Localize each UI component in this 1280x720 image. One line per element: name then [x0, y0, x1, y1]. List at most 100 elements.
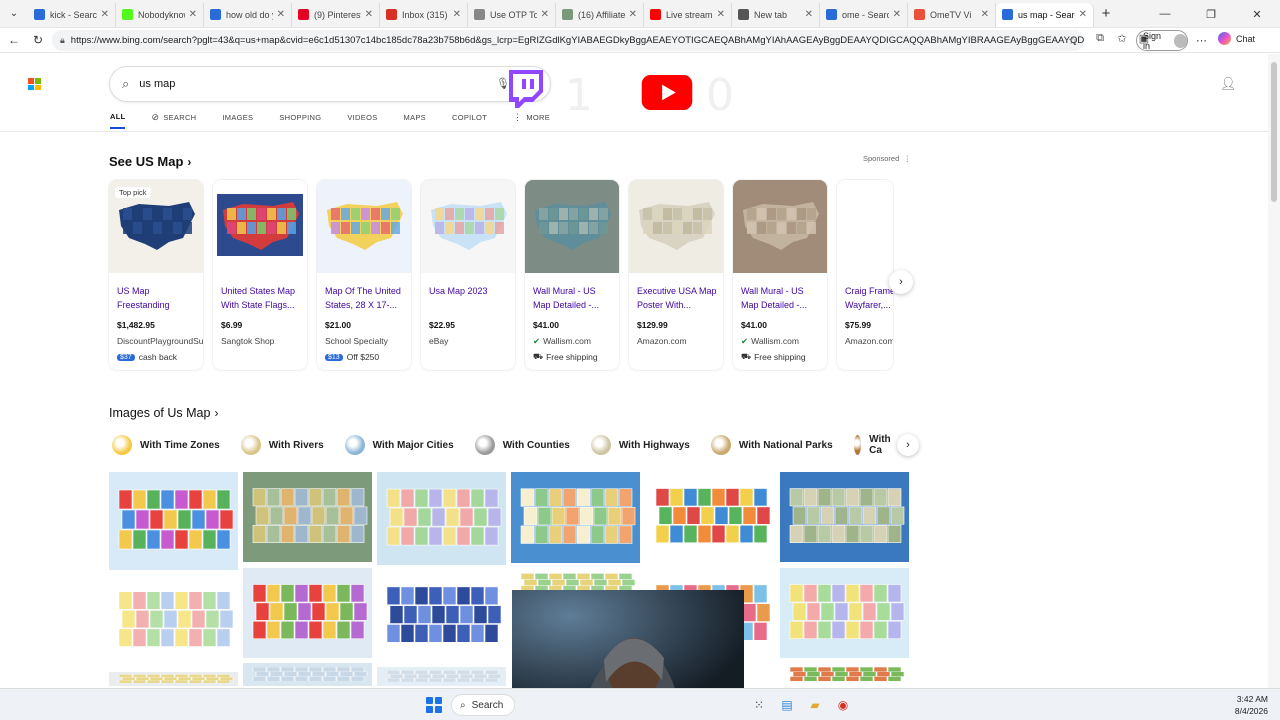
filter-chip[interactable]: With Rivers	[237, 432, 334, 458]
product-card[interactable]: Wall Mural - US Map Detailed -... $41.00 ✔…	[733, 180, 827, 370]
browser-tab[interactable]: New tab ✕	[732, 2, 820, 27]
carousel-next-button[interactable]: ›	[889, 270, 913, 294]
product-title[interactable]: US Map Freestanding	[117, 284, 199, 312]
close-tab-icon[interactable]: ✕	[805, 9, 813, 20]
product-title[interactable]: Map Of The United States, 28 X 17-...	[325, 284, 407, 312]
more-options-icon[interactable]: ⋯	[1196, 34, 1207, 47]
refresh-icon[interactable]: ↻	[26, 33, 50, 47]
product-title[interactable]: Usa Map 2023	[429, 284, 511, 298]
product-card[interactable]: Map Of The United States, 28 X 17-... $21…	[317, 180, 411, 370]
close-tab-icon[interactable]: ✕	[365, 9, 373, 20]
images-section-title[interactable]: Images of Us Map ›	[109, 406, 218, 420]
browser-tab[interactable]: kick - Search ✕	[28, 2, 116, 27]
product-title[interactable]: Craig Frames Wayfarer,...	[845, 284, 893, 312]
sign-in-button[interactable]: Sign in	[1136, 30, 1188, 51]
copilot-chat-button[interactable]: Chat	[1218, 32, 1255, 45]
map-image-result[interactable]	[243, 472, 372, 562]
favorite-star-icon[interactable]: ☆	[1068, 34, 1078, 47]
close-tab-icon[interactable]: ✕	[277, 9, 285, 20]
tab-shopping[interactable]: SHOPPING	[279, 112, 321, 129]
browser-tab[interactable]: us map - Search ✕	[996, 2, 1094, 27]
browser-tab[interactable]: Nobodyknows ✕	[116, 2, 204, 27]
browser-tab[interactable]: Inbox (315) - lu ✕	[380, 2, 468, 27]
filter-chip[interactable]: With National Parks	[707, 432, 843, 458]
filter-chip[interactable]: With Highways	[587, 432, 700, 458]
browser-tab[interactable]: how old do you ✕	[204, 2, 292, 27]
close-window-icon[interactable]: ✕	[1234, 0, 1280, 28]
tab-videos[interactable]: VIDEOS	[347, 112, 377, 129]
tab-copilot[interactable]: COPILOT	[452, 112, 487, 129]
map-image-result[interactable]	[377, 667, 506, 686]
tab-images[interactable]: IMAGES	[222, 112, 253, 129]
product-card[interactable]: Wall Mural - US Map Detailed -... $41.00 ✔…	[525, 180, 619, 370]
chrome-icon[interactable]: ◉	[834, 696, 852, 714]
sponsored-label[interactable]: Sponsored ⋮	[863, 154, 911, 163]
map-image-result[interactable]	[109, 472, 238, 570]
notepad-icon[interactable]: ▤	[778, 696, 796, 714]
map-image-result[interactable]	[377, 570, 506, 662]
shopping-section-title[interactable]: See US Map ›	[109, 154, 191, 169]
browser-tab[interactable]: OmeTV Vi ✕	[908, 2, 996, 27]
map-image-result[interactable]	[243, 568, 372, 658]
taskbar-search[interactable]: ⌕ Search	[451, 694, 515, 716]
product-title[interactable]: Wall Mural - US Map Detailed -...	[741, 284, 823, 312]
product-title[interactable]: Executive USA Map Poster With...	[637, 284, 719, 312]
close-tab-icon[interactable]: ✕	[717, 9, 725, 20]
filter-chip[interactable]: With Counties	[471, 432, 580, 458]
product-card[interactable]: Usa Map 2023 $22.95 eBay	[421, 180, 515, 370]
product-image[interactable]	[629, 180, 723, 273]
map-image-result[interactable]	[780, 568, 909, 658]
product-image[interactable]	[733, 180, 827, 273]
search-box[interactable]: ⌕ us map 🎙︎ ⊡	[110, 67, 550, 101]
browser-tab[interactable]: Live streaming ✕	[644, 2, 732, 27]
minimize-icon[interactable]: —	[1142, 0, 1188, 28]
new-tab-button[interactable]: +	[1094, 5, 1118, 22]
tab-all[interactable]: ALL	[110, 112, 126, 129]
map-image-result[interactable]	[109, 672, 238, 686]
filter-chip[interactable]: With Major Cities	[341, 432, 464, 458]
product-card[interactable]: Craig Frames Wayfarer,... $75.99 Amazon.co…	[837, 180, 893, 370]
product-image[interactable]	[837, 180, 893, 273]
map-image-result[interactable]	[511, 472, 640, 563]
tab-more[interactable]: ⋮ MORE	[513, 112, 550, 129]
filter-chip[interactable]: With Time Zones	[109, 432, 230, 458]
product-card[interactable]: Executive USA Map Poster With... $129.99 A…	[629, 180, 723, 370]
tab-maps[interactable]: MAPS	[404, 112, 426, 129]
chips-next-button[interactable]: ›	[897, 434, 919, 456]
map-image-result[interactable]	[243, 663, 372, 686]
close-tab-icon[interactable]: ✕	[101, 9, 109, 20]
product-image[interactable]	[317, 180, 411, 273]
browser-tab[interactable]: (9) Pinterest ✕	[292, 2, 380, 27]
browser-tab[interactable]: ome - Search ✕	[820, 2, 908, 27]
product-image[interactable]	[525, 180, 619, 273]
close-tab-icon[interactable]: ✕	[629, 9, 637, 20]
browser-tab[interactable]: Use OTP To Pro ✕	[468, 2, 556, 27]
close-tab-icon[interactable]: ✕	[893, 9, 901, 20]
close-tab-icon[interactable]: ✕	[189, 9, 197, 20]
close-tab-icon[interactable]: ✕	[541, 9, 549, 20]
map-image-result[interactable]	[646, 472, 775, 562]
product-card[interactable]: United States Map With State Flags... $6.…	[213, 180, 307, 370]
close-tab-icon[interactable]: ✕	[981, 9, 989, 20]
tab-search[interactable]: ⊘ SEARCH	[151, 112, 196, 129]
product-card[interactable]: Top pick US Map Freestanding $1,482.95 Disc…	[109, 180, 203, 370]
browser-tab[interactable]: (16) Affiliates / ✕	[556, 2, 644, 27]
tab-actions-menu[interactable]: ⌄	[0, 0, 28, 28]
extensions-icon[interactable]: ⧉	[1092, 32, 1108, 45]
maximize-icon[interactable]: ❐	[1188, 0, 1234, 28]
url-field[interactable]: 🔒︎ https://www.bing.com/search?pglt=43&q…	[52, 30, 1084, 51]
system-clock[interactable]: 3:42 AM 8/4/2026	[1235, 693, 1268, 717]
map-image-result[interactable]	[780, 663, 909, 686]
file-explorer-icon[interactable]: ▰	[806, 696, 824, 714]
map-image-result[interactable]	[377, 472, 506, 565]
product-title[interactable]: United States Map With State Flags...	[221, 284, 303, 312]
close-tab-icon[interactable]: ✕	[1079, 9, 1087, 20]
map-image-result[interactable]	[109, 575, 238, 666]
back-icon[interactable]: ←	[2, 33, 26, 47]
account-icon[interactable]: 👤︎	[1220, 76, 1237, 92]
close-tab-icon[interactable]: ✕	[453, 9, 461, 20]
scrollbar-thumb[interactable]	[1271, 62, 1277, 202]
map-image-result[interactable]	[780, 472, 909, 562]
windows-start-icon[interactable]	[426, 697, 442, 713]
favorites-icon[interactable]: ✩	[1114, 32, 1130, 45]
